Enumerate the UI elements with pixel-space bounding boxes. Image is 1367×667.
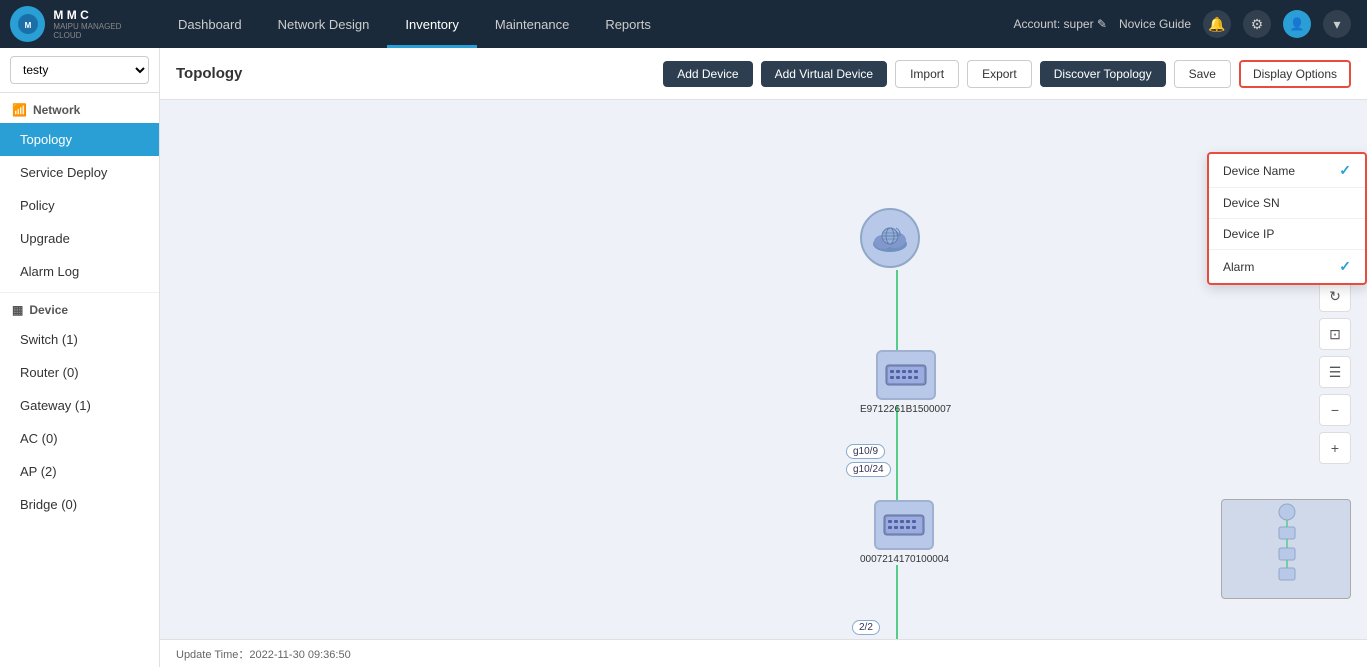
sidebar-item-bridge[interactable]: Bridge (0)	[0, 488, 159, 521]
display-opt-device-name[interactable]: Device Name ✓	[1209, 154, 1365, 188]
sidebar-item-ap[interactable]: AP (2)	[0, 455, 159, 488]
device-name-check: ✓	[1339, 162, 1351, 179]
avatar[interactable]: 👤	[1283, 10, 1311, 38]
sidebar-item-service-deploy[interactable]: Service Deploy	[0, 156, 159, 189]
switch-label: E9712261B1500007	[860, 404, 951, 415]
sidebar-item-switch[interactable]: Switch (1)	[0, 323, 159, 356]
settings-icon[interactable]: ⚙	[1243, 10, 1271, 38]
novice-guide-link[interactable]: Novice Guide	[1119, 17, 1191, 31]
zoom-out-button[interactable]: −	[1319, 394, 1351, 426]
display-options-panel: Device Name ✓ Device SN Device IP Alarm …	[1207, 152, 1367, 285]
topology-canvas: E9712261B1500007 g10/9 g10/24	[160, 100, 1367, 639]
nav-maintenance[interactable]: Maintenance	[477, 0, 587, 48]
mini-map	[1221, 499, 1351, 599]
logo-text: M M C MAIPU MANAGED CLOUD	[53, 8, 150, 40]
network-section-title: 📶 Network	[0, 93, 159, 123]
port-label-2-2: 2/2	[852, 620, 880, 635]
sidebar-item-router[interactable]: Router (0)	[0, 356, 159, 389]
account-info[interactable]: Account: super ✎	[1014, 17, 1107, 31]
sidebar: testy 📶 Network Topology Service Deploy …	[0, 48, 160, 667]
save-button[interactable]: Save	[1174, 60, 1231, 88]
switch-icon	[876, 350, 936, 400]
topology-connections	[160, 100, 1367, 639]
gateway-node[interactable]: 0007214170100004	[860, 500, 949, 565]
network-dropdown[interactable]: testy	[0, 48, 159, 93]
logo-icon: M	[10, 6, 45, 42]
device-icon: ▦	[12, 303, 23, 317]
wifi-icon: 📶	[12, 103, 27, 117]
display-options-button[interactable]: Display Options	[1239, 60, 1351, 88]
nav-right: Account: super ✎ Novice Guide 🔔 ⚙ 👤 ▾	[1014, 10, 1367, 38]
right-controls: ↻ ⊡ ☰ − +	[1319, 280, 1351, 464]
page-title: Topology	[176, 65, 655, 82]
update-time: Update Time：2022-11-30 09:36:50	[176, 646, 351, 662]
sidebar-item-upgrade[interactable]: Upgrade	[0, 222, 159, 255]
main-layout: testy 📶 Network Topology Service Deploy …	[0, 48, 1367, 667]
content-area: Topology Add Device Add Virtual Device I…	[160, 48, 1367, 667]
port-label-g10-24: g10/24	[846, 462, 891, 477]
device-section-title: ▦ Device	[0, 292, 159, 323]
switch-node[interactable]: E9712261B1500007	[860, 350, 951, 415]
sidebar-item-topology[interactable]: Topology	[0, 123, 159, 156]
svg-text:M: M	[24, 21, 31, 30]
zoom-in-button[interactable]: +	[1319, 432, 1351, 464]
add-device-button[interactable]: Add Device	[663, 61, 752, 87]
alarm-check: ✓	[1339, 258, 1351, 275]
fit-screen-button[interactable]: ⊡	[1319, 318, 1351, 350]
display-opt-device-ip[interactable]: Device IP	[1209, 219, 1365, 250]
display-opt-device-sn[interactable]: Device SN	[1209, 188, 1365, 219]
sidebar-item-alarm-log[interactable]: Alarm Log	[0, 255, 159, 288]
add-virtual-device-button[interactable]: Add Virtual Device	[761, 61, 888, 87]
notification-icon[interactable]: 🔔	[1203, 10, 1231, 38]
port-label-g10-9: g10/9	[846, 444, 885, 459]
toolbar: Topology Add Device Add Virtual Device I…	[160, 48, 1367, 100]
cloud-icon	[860, 208, 920, 268]
list-view-button[interactable]: ☰	[1319, 356, 1351, 388]
account-dropdown-icon[interactable]: ▾	[1323, 10, 1351, 38]
cloud-node[interactable]	[860, 208, 920, 268]
sidebar-item-policy[interactable]: Policy	[0, 189, 159, 222]
export-button[interactable]: Export	[967, 60, 1032, 88]
discover-topology-button[interactable]: Discover Topology	[1040, 61, 1166, 87]
nav-dashboard[interactable]: Dashboard	[160, 0, 260, 48]
logo-area: M M M C MAIPU MANAGED CLOUD	[0, 0, 160, 48]
sidebar-item-ac[interactable]: AC (0)	[0, 422, 159, 455]
network-select[interactable]: testy	[10, 56, 149, 84]
gateway-icon	[874, 500, 934, 550]
display-opt-alarm[interactable]: Alarm ✓	[1209, 250, 1365, 283]
top-navigation: M M M C MAIPU MANAGED CLOUD Dashboard Ne…	[0, 0, 1367, 48]
nav-items: Dashboard Network Design Inventory Maint…	[160, 0, 1014, 48]
nav-reports[interactable]: Reports	[587, 0, 669, 48]
gateway-label: 0007214170100004	[860, 554, 949, 565]
sidebar-item-gateway[interactable]: Gateway (1)	[0, 389, 159, 422]
import-button[interactable]: Import	[895, 60, 959, 88]
nav-inventory[interactable]: Inventory	[387, 0, 476, 48]
nav-network-design[interactable]: Network Design	[260, 0, 388, 48]
status-bar: Update Time：2022-11-30 09:36:50	[160, 639, 1367, 667]
